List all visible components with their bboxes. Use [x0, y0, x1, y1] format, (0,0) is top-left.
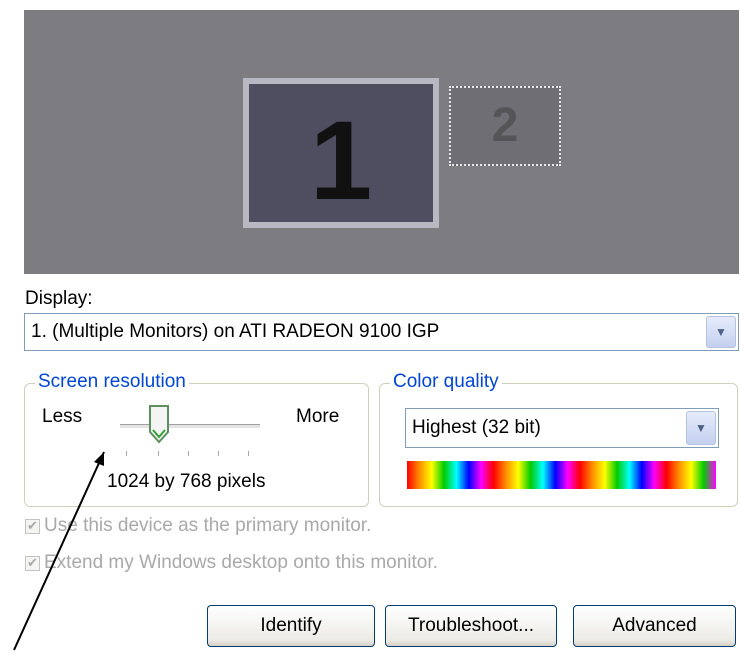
slider-tick	[158, 451, 159, 456]
extend-desktop-checkbox[interactable]: ✔	[25, 555, 40, 571]
advanced-button[interactable]: Advanced	[573, 605, 736, 647]
display-dropdown-value: 1. (Multiple Monitors) on ATI RADEON 910…	[31, 321, 440, 342]
slider-tick	[218, 451, 219, 456]
resolution-more-label: More	[296, 406, 340, 427]
slider-tick	[248, 451, 249, 456]
monitor-2[interactable]: 2	[449, 86, 561, 166]
resolution-less-label: Less	[42, 406, 83, 427]
monitor-1[interactable]: 1	[243, 78, 439, 228]
extend-desktop-label: Extend my Windows desktop onto this moni…	[44, 552, 438, 573]
primary-monitor-checkbox[interactable]: ✔	[25, 518, 40, 534]
monitor-preview: 1 2	[24, 10, 739, 274]
monitor-1-number: 1	[309, 98, 373, 223]
resolution-value: 1024 by 768 pixels	[107, 471, 266, 492]
color-quality-value: Highest (32 bit)	[412, 417, 541, 438]
chevron-down-icon[interactable]: ▼	[686, 411, 716, 445]
color-quality-dropdown[interactable]: Highest (32 bit) ▼	[405, 408, 719, 448]
primary-monitor-label: Use this device as the primary monitor.	[44, 515, 372, 536]
display-dropdown[interactable]: 1. (Multiple Monitors) on ATI RADEON 910…	[24, 313, 739, 351]
extend-desktop-checkbox-row[interactable]: ✔ Extend my Windows desktop onto this mo…	[25, 552, 438, 574]
slider-tick	[126, 451, 127, 456]
chevron-down-icon[interactable]: ▼	[706, 316, 736, 348]
display-label: Display:	[25, 288, 93, 309]
primary-monitor-checkbox-row[interactable]: ✔ Use this device as the primary monitor…	[25, 515, 371, 537]
monitor-2-number: 2	[491, 99, 519, 152]
resolution-slider-thumb[interactable]	[148, 404, 170, 444]
screen-resolution-title: Screen resolution	[35, 371, 189, 393]
identify-button[interactable]: Identify	[207, 605, 375, 647]
slider-tick	[188, 451, 189, 456]
color-spectrum-bar	[407, 461, 716, 489]
resolution-slider-track[interactable]	[120, 424, 260, 429]
troubleshoot-button[interactable]: Troubleshoot...	[385, 605, 557, 647]
color-quality-title: Color quality	[390, 371, 502, 393]
